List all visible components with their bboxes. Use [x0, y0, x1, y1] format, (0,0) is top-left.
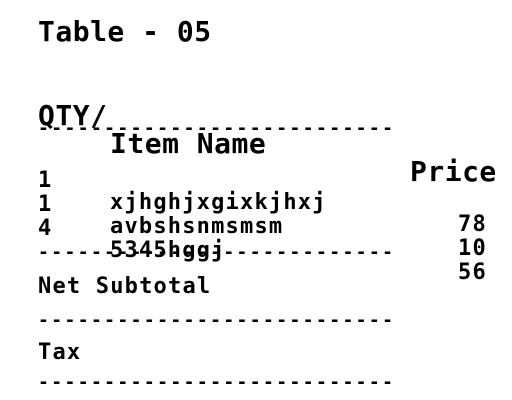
item-price: 56: [458, 260, 487, 285]
separator-line: ---------------------------: [38, 242, 396, 263]
net-subtotal-label: Net Subtotal: [38, 274, 212, 299]
table-row: 4 5345hggj 56: [38, 196, 512, 284]
item-price: 10: [458, 236, 487, 261]
separator-line: ---------------------------: [38, 118, 396, 139]
receipt: Table - 05 QTY/ Item Name Price --------…: [38, 0, 512, 400]
separator-line: ---------------------------: [38, 310, 396, 331]
separator-line: ---------------------------: [38, 372, 396, 393]
table-row: 1 xjhghjxgixkjhxj 78: [38, 148, 512, 236]
table-title: Table - 05: [38, 15, 212, 48]
table-row: 1 avbshsnmsmsm 10: [38, 172, 512, 260]
tax-label: Tax: [38, 340, 82, 365]
item-qty: 4: [38, 216, 53, 241]
